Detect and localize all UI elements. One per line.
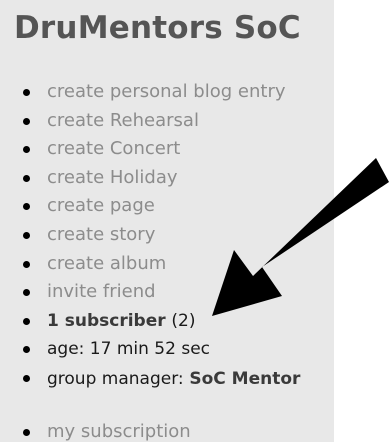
group-menu: create personal blog entry create Rehear…	[0, 78, 334, 442]
bullet-icon	[23, 428, 30, 436]
menu-item-label[interactable]: create Concert	[47, 138, 180, 159]
subscriber-count-item: 1 subscriber (2)	[0, 307, 334, 336]
bullet-icon	[23, 317, 30, 325]
bullet-icon	[23, 260, 30, 268]
menu-item-create-story[interactable]: create story	[0, 221, 334, 250]
menu-item-create-personal-blog-entry[interactable]: create personal blog entry	[0, 78, 334, 107]
menu-item-label[interactable]: create story	[47, 224, 155, 245]
group-block: DruMentors SoC create personal blog entr…	[0, 0, 334, 442]
menu-item-label[interactable]: my subscription	[47, 421, 191, 442]
block-title: DruMentors SoC	[14, 10, 301, 46]
bullet-icon	[23, 289, 30, 297]
menu-item-create-rehearsal[interactable]: create Rehearsal	[0, 107, 334, 136]
menu-item-label[interactable]: create personal blog entry	[47, 81, 286, 102]
bullet-icon	[23, 203, 30, 211]
menu-item-my-subscription[interactable]: my subscription	[0, 418, 334, 442]
bullet-icon	[23, 346, 30, 354]
menu-item-label[interactable]: create Holiday	[47, 167, 178, 188]
group-age-text: age: 17 min 52 sec	[47, 339, 210, 360]
group-manager-label: group manager:	[47, 368, 184, 389]
menu-item-create-page[interactable]: create page	[0, 192, 334, 221]
group-manager-link[interactable]: SoC Mentor	[189, 369, 300, 389]
menu-item-label[interactable]: create page	[47, 195, 155, 216]
menu-item-create-concert[interactable]: create Concert	[0, 135, 334, 164]
bullet-icon	[23, 146, 30, 154]
group-age-item: age: 17 min 52 sec	[0, 335, 334, 364]
menu-item-label[interactable]: create Rehearsal	[47, 110, 199, 131]
menu-item-create-holiday[interactable]: create Holiday	[0, 164, 334, 193]
group-manager-item: group manager: SoC Mentor	[0, 364, 334, 418]
subscriber-link[interactable]: 1 subscriber	[47, 311, 166, 331]
menu-item-label[interactable]: invite friend	[47, 281, 156, 302]
menu-item-invite-friend[interactable]: invite friend	[0, 278, 334, 307]
menu-item-label[interactable]: create album	[47, 253, 166, 274]
subscriber-count: (2)	[171, 310, 196, 331]
menu-item-create-album[interactable]: create album	[0, 250, 334, 279]
bullet-icon	[23, 89, 30, 96]
bullet-icon	[23, 231, 30, 239]
bullet-icon	[23, 374, 30, 382]
bullet-icon	[23, 117, 30, 125]
bullet-icon	[23, 174, 30, 182]
